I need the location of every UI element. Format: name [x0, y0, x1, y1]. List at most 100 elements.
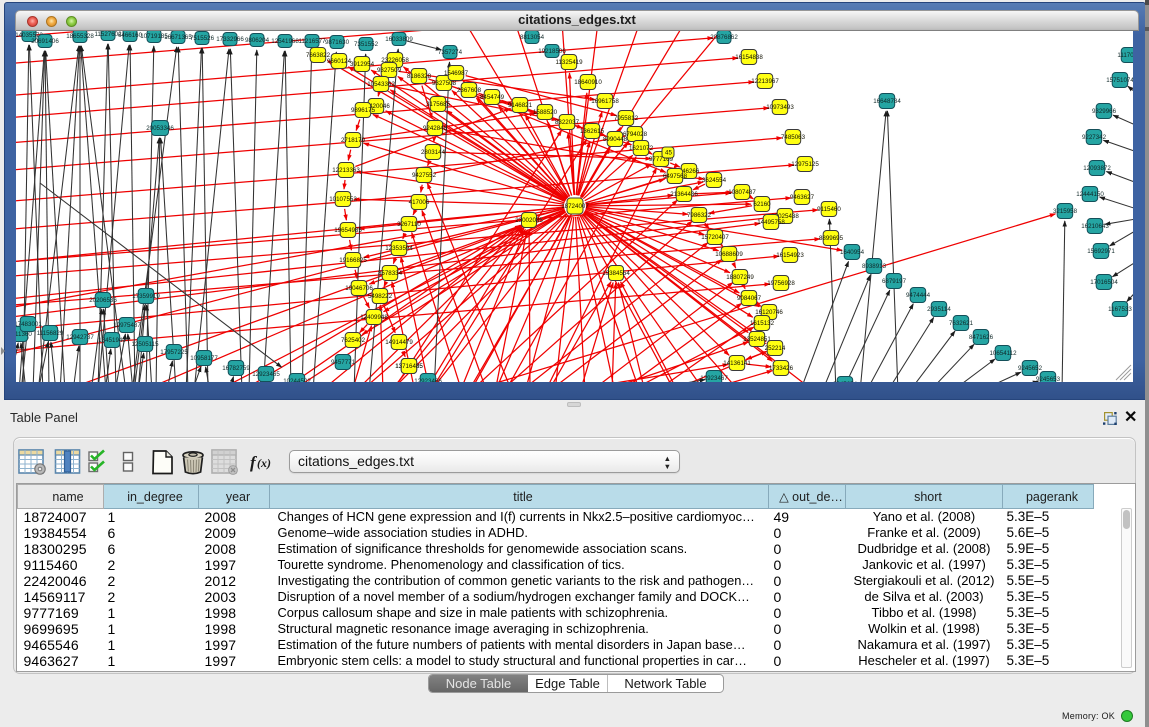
svg-text:13716485: 13716485	[395, 363, 423, 370]
svg-text:(x): (x)	[257, 456, 271, 470]
svg-text:10107553: 10107553	[329, 196, 357, 203]
svg-text:2718170: 2718170	[341, 137, 366, 144]
svg-text:9427552: 9427552	[412, 172, 437, 179]
svg-text:7625402: 7625402	[341, 337, 366, 344]
svg-text:9896175: 9896175	[351, 107, 376, 114]
svg-text:9242848: 9242848	[423, 125, 448, 132]
svg-text:8899695: 8899695	[819, 235, 844, 242]
svg-text:6497568: 6497568	[663, 173, 688, 180]
svg-text:12093872: 12093872	[1083, 165, 1111, 172]
svg-text:19218506: 19218506	[538, 48, 566, 55]
svg-text:10973493: 10973493	[766, 104, 794, 111]
svg-text:18640910: 18640910	[574, 79, 602, 86]
svg-text:18807249: 18807249	[726, 274, 754, 281]
svg-text:19756928: 19756928	[767, 280, 795, 287]
svg-text:12923466: 12923466	[414, 378, 442, 382]
svg-text:13451940: 13451940	[98, 337, 126, 344]
svg-text:15751074: 15751074	[1106, 77, 1133, 84]
svg-text:6794028: 6794028	[623, 131, 648, 138]
svg-text:11156829: 11156829	[37, 330, 64, 337]
svg-text:9115460: 9115460	[817, 206, 841, 213]
svg-text:1733426: 1733426	[769, 365, 794, 372]
svg-text:10654112: 10654112	[989, 350, 1017, 357]
svg-text:17332966: 17332966	[216, 36, 244, 43]
svg-text:7357274: 7357274	[438, 49, 463, 56]
svg-text:9463627: 9463627	[790, 194, 815, 201]
svg-text:9327509: 9327509	[377, 67, 402, 74]
svg-text:12541968: 12541968	[271, 38, 299, 45]
svg-text:16648784: 16648784	[873, 98, 901, 105]
svg-text:1362615: 1362615	[580, 128, 605, 135]
svg-text:7955812: 7955812	[614, 115, 639, 122]
svg-text:12213363: 12213363	[332, 167, 360, 174]
svg-text:12505115: 12505115	[131, 341, 159, 348]
svg-text:8813054: 8813054	[520, 34, 545, 41]
svg-text:10975487: 10975487	[113, 322, 141, 329]
svg-text:8454749: 8454749	[480, 94, 505, 101]
svg-text:2935114: 2935114	[927, 306, 951, 313]
svg-text:9245654: 9245654	[833, 381, 858, 382]
svg-text:15692971: 15692971	[1087, 248, 1115, 255]
svg-text:12213967: 12213967	[751, 78, 779, 85]
svg-text:6879197: 6879197	[882, 278, 907, 285]
svg-text:12942737: 12942737	[66, 334, 94, 341]
svg-text:9245653: 9245653	[1036, 376, 1061, 382]
svg-text:7515526: 7515526	[190, 35, 215, 42]
svg-text:6466160: 6466160	[118, 32, 143, 39]
svg-text:10688609: 10688609	[715, 251, 743, 258]
svg-text:9327508: 9327508	[432, 80, 457, 87]
svg-text:19384554: 19384554	[602, 270, 630, 277]
svg-text:16210643: 16210643	[1081, 223, 1109, 230]
svg-text:8471626: 8471626	[969, 334, 994, 341]
svg-text:17957225: 17957225	[160, 349, 188, 356]
svg-text:1167533: 1167533	[1108, 306, 1132, 313]
svg-text:9806204: 9806204	[245, 37, 270, 44]
svg-text:9660124: 9660124	[327, 58, 352, 65]
svg-text:12353594: 12353594	[385, 245, 413, 252]
svg-text:16782759: 16782759	[222, 365, 250, 372]
svg-text:3267110: 3267110	[397, 221, 421, 228]
svg-text:20206536: 20206536	[89, 297, 117, 304]
svg-text:1621072: 1621072	[629, 145, 654, 152]
svg-text:9146821: 9146821	[508, 102, 533, 109]
svg-text:20053346: 20053346	[146, 125, 174, 132]
svg-text:12409948: 12409948	[360, 314, 388, 321]
svg-text:14914479: 14914479	[385, 339, 413, 346]
svg-text:8938913: 8938913	[862, 263, 887, 270]
svg-text:8578334: 8578334	[378, 270, 403, 277]
svg-text:10807487: 10807487	[728, 189, 756, 196]
svg-text:3624554: 3624554	[702, 177, 727, 184]
svg-text:7632621: 7632621	[949, 320, 974, 327]
svg-text:18724007: 18724007	[561, 203, 589, 210]
svg-text:14495758: 14495758	[757, 219, 785, 226]
svg-text:1588520: 1588520	[533, 109, 558, 116]
svg-text:9227342: 9227342	[1082, 134, 1107, 141]
svg-text:7351552: 7351552	[354, 41, 379, 48]
svg-text:10244502: 10244502	[283, 378, 311, 382]
svg-text:3911360: 3911360	[16, 331, 32, 338]
svg-text:1640954: 1640954	[840, 249, 865, 256]
svg-text:7485063: 7485063	[781, 134, 806, 141]
svg-text:9871630: 9871630	[325, 39, 350, 46]
svg-text:8322037: 8322037	[555, 119, 580, 126]
svg-text:16033809: 16033809	[385, 36, 413, 43]
svg-text:1117043: 1117043	[1117, 52, 1133, 59]
svg-text:23002035: 23002035	[515, 217, 543, 224]
svg-text:16961758: 16961758	[591, 98, 619, 105]
svg-text:12975125: 12975125	[791, 161, 819, 168]
svg-text:9457771: 9457771	[331, 359, 356, 366]
svg-text:9329966: 9329966	[1092, 108, 1117, 115]
svg-text:12923465: 12923465	[252, 371, 280, 378]
svg-text:417006: 417006	[409, 199, 430, 206]
svg-text:16154923: 16154923	[776, 252, 804, 259]
svg-text:12444150: 12444150	[1076, 191, 1104, 198]
svg-text:9474444: 9474444	[906, 292, 931, 299]
svg-text:9245652: 9245652	[1018, 365, 1043, 372]
svg-text:1615132: 1615132	[750, 320, 775, 327]
svg-text:252214: 252214	[765, 345, 786, 352]
svg-text:3175685: 3175685	[426, 101, 451, 108]
svg-text:10046706: 10046706	[345, 285, 373, 292]
svg-text:17483001: 17483001	[16, 321, 42, 328]
svg-text:20876862: 20876862	[710, 34, 738, 41]
svg-text:9084067: 9084067	[737, 295, 762, 302]
